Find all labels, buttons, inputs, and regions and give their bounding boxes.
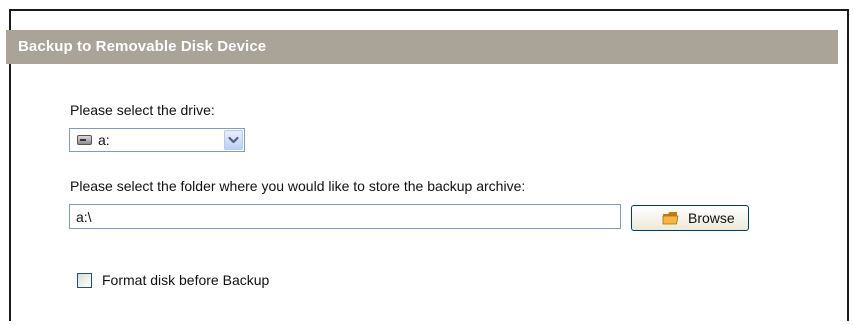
folder-icon [662,212,679,225]
chevron-down-icon [228,136,239,144]
format-disk-checkbox[interactable] [77,273,92,288]
browse-button[interactable]: Browse [631,205,749,231]
browse-label: Browse [688,210,735,226]
panel-header: Backup to Removable Disk Device [6,30,838,64]
drive-icon [77,135,92,145]
format-disk-label: Format disk before Backup [102,272,270,288]
drive-select[interactable]: a: [69,128,245,152]
drive-label: Please select the drive: [70,102,215,118]
dropdown-button[interactable] [224,130,243,150]
drive-selected-value: a: [98,132,110,148]
folder-label: Please select the folder where you would… [70,178,526,194]
folder-path-input[interactable] [69,204,621,229]
